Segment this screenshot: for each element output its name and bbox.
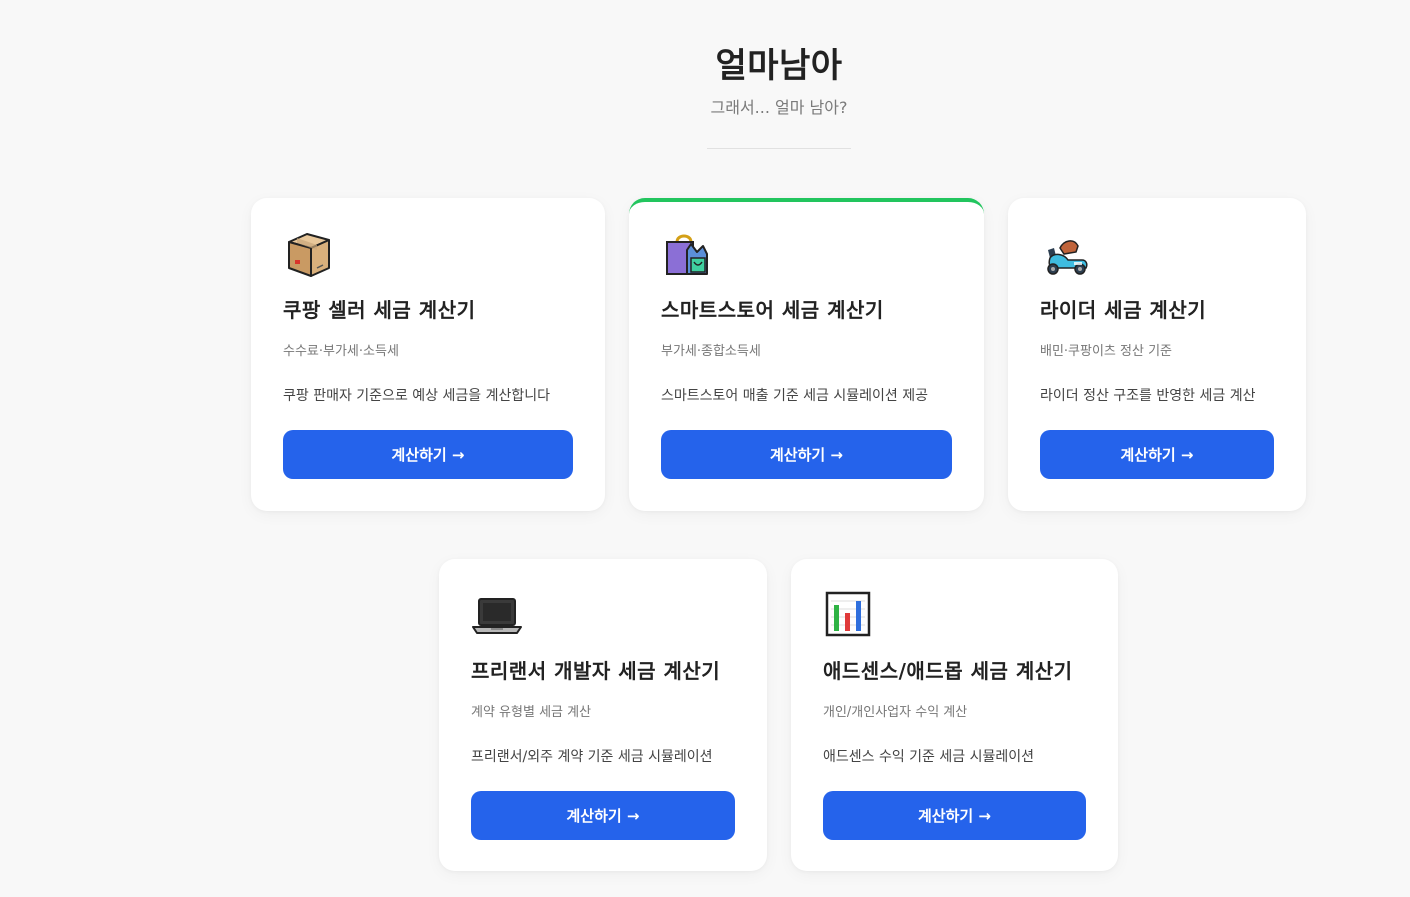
card-description: 프리랜서/외주 계약 기준 세금 시뮬레이션 <box>471 749 713 765</box>
page-header: 얼마남아 그래서... 얼마 남아? <box>0 0 1410 160</box>
card-rider: 라이더 세금 계산기 배민·쿠팡이츠 정산 기준 라이더 정산 구조를 반영한 … <box>1008 198 1306 511</box>
calculate-button-adsense[interactable]: 계산하기 → <box>823 791 1086 840</box>
bar-chart-icon <box>823 589 875 641</box>
card-smartstore: 스마트스토어 세금 계산기 부가세·종합소득세 스마트스토어 매출 기준 세금 … <box>629 198 984 511</box>
shopping-bag-icon <box>661 228 713 280</box>
package-icon <box>283 228 335 280</box>
header-divider <box>707 148 851 149</box>
card-title: 프리랜서 개발자 세금 계산기 <box>471 659 721 683</box>
calculate-button-rider[interactable]: 계산하기 → <box>1040 430 1274 479</box>
card-title: 라이더 세금 계산기 <box>1040 298 1207 322</box>
card-tags: 부가세·종합소득세 <box>661 344 761 359</box>
calculate-button-freelancer[interactable]: 계산하기 → <box>471 791 735 840</box>
card-description: 라이더 정산 구조를 반영한 세금 계산 <box>1040 388 1256 404</box>
card-title: 스마트스토어 세금 계산기 <box>661 298 884 322</box>
card-title: 애드센스/애드몹 세금 계산기 <box>823 659 1073 683</box>
card-tags: 배민·쿠팡이츠 정산 기준 <box>1040 344 1172 359</box>
card-freelancer: 프리랜서 개발자 세금 계산기 계약 유형별 세금 계산 프리랜서/외주 계약 … <box>439 559 767 871</box>
calculate-button-coupang[interactable]: 계산하기 → <box>283 430 573 479</box>
page-title: 얼마남아 <box>715 46 843 86</box>
page-subtitle: 그래서... 얼마 남아? <box>710 98 848 117</box>
card-tags: 계약 유형별 세금 계산 <box>471 705 592 720</box>
laptop-icon <box>471 589 523 641</box>
card-description: 쿠팡 판매자 기준으로 예상 세금을 계산합니다 <box>283 388 550 404</box>
calculate-button-smartstore[interactable]: 계산하기 → <box>661 430 952 479</box>
card-description: 스마트스토어 매출 기준 세금 시뮬레이션 제공 <box>661 388 928 404</box>
card-adsense: 애드센스/애드몹 세금 계산기 개인/개인사업자 수익 계산 애드센스 수익 기… <box>791 559 1118 871</box>
card-description: 애드센스 수익 기준 세금 시뮬레이션 <box>823 749 1034 765</box>
card-tags: 수수료·부가세·소득세 <box>283 344 399 359</box>
card-tags: 개인/개인사업자 수익 계산 <box>823 705 968 720</box>
card-title: 쿠팡 셀러 세금 계산기 <box>283 298 476 322</box>
scooter-icon <box>1040 228 1092 280</box>
card-coupang-seller: 쿠팡 셀러 세금 계산기 수수료·부가세·소득세 쿠팡 판매자 기준으로 예상 … <box>251 198 605 511</box>
